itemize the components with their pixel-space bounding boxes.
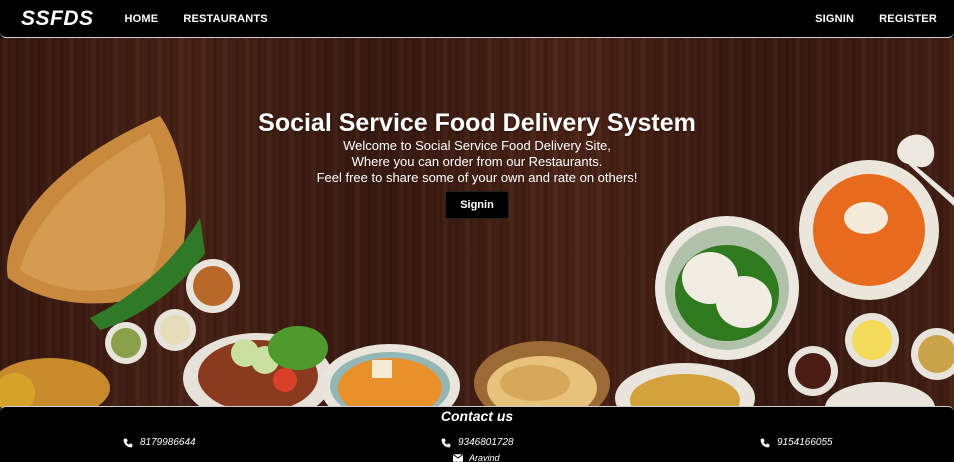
phone-number[interactable]: 9346801728 <box>458 437 514 448</box>
hero-signin-button[interactable]: Signin <box>445 191 509 219</box>
hero-section: Social Service Food Delivery System Welc… <box>0 38 954 408</box>
phone-icon <box>760 438 770 447</box>
nav-left-links: HOME RESTAURANTS <box>125 13 293 25</box>
nav-link-register[interactable]: REGISTER <box>879 13 937 25</box>
envelope-icon <box>453 454 463 462</box>
navbar: SSFDS HOME RESTAURANTS SIGNIN REGISTER <box>0 0 954 38</box>
nav-link-signin[interactable]: SIGNIN <box>815 13 854 25</box>
hero-share-line: Feel free to share some of your own and … <box>316 170 638 185</box>
phone-icon <box>123 438 133 447</box>
nav-link-restaurants[interactable]: RESTAURANTS <box>183 13 268 25</box>
brand-logo[interactable]: SSFDS <box>21 7 94 31</box>
hero-title: Social Service Food Delivery System <box>258 109 696 137</box>
hero-welcome-line: Welcome to Social Service Food Delivery … <box>343 138 611 153</box>
hero-content: Social Service Food Delivery System Welc… <box>0 108 954 219</box>
nav-link-home[interactable]: HOME <box>125 13 159 25</box>
footer: Contact us 8179986644 9346801728 9154166… <box>0 406 954 462</box>
contact-name-text[interactable]: Aravind <box>469 453 500 462</box>
contact-phone-3: 9154166055 <box>760 437 833 448</box>
nav-right-links: SIGNIN REGISTER <box>815 13 937 25</box>
phone-icon <box>441 438 451 447</box>
food-background-image <box>0 116 954 408</box>
hero-order-line: Where you can order from our Restaurants… <box>351 154 603 169</box>
contact-phone-2: 9346801728 <box>441 437 514 448</box>
footer-contact-title: Contact us <box>440 408 514 424</box>
phone-number[interactable]: 8179986644 <box>140 437 196 448</box>
phone-number[interactable]: 9154166055 <box>777 437 833 448</box>
contact-phone-1: 8179986644 <box>123 437 196 448</box>
contact-name: Aravind <box>453 453 500 462</box>
